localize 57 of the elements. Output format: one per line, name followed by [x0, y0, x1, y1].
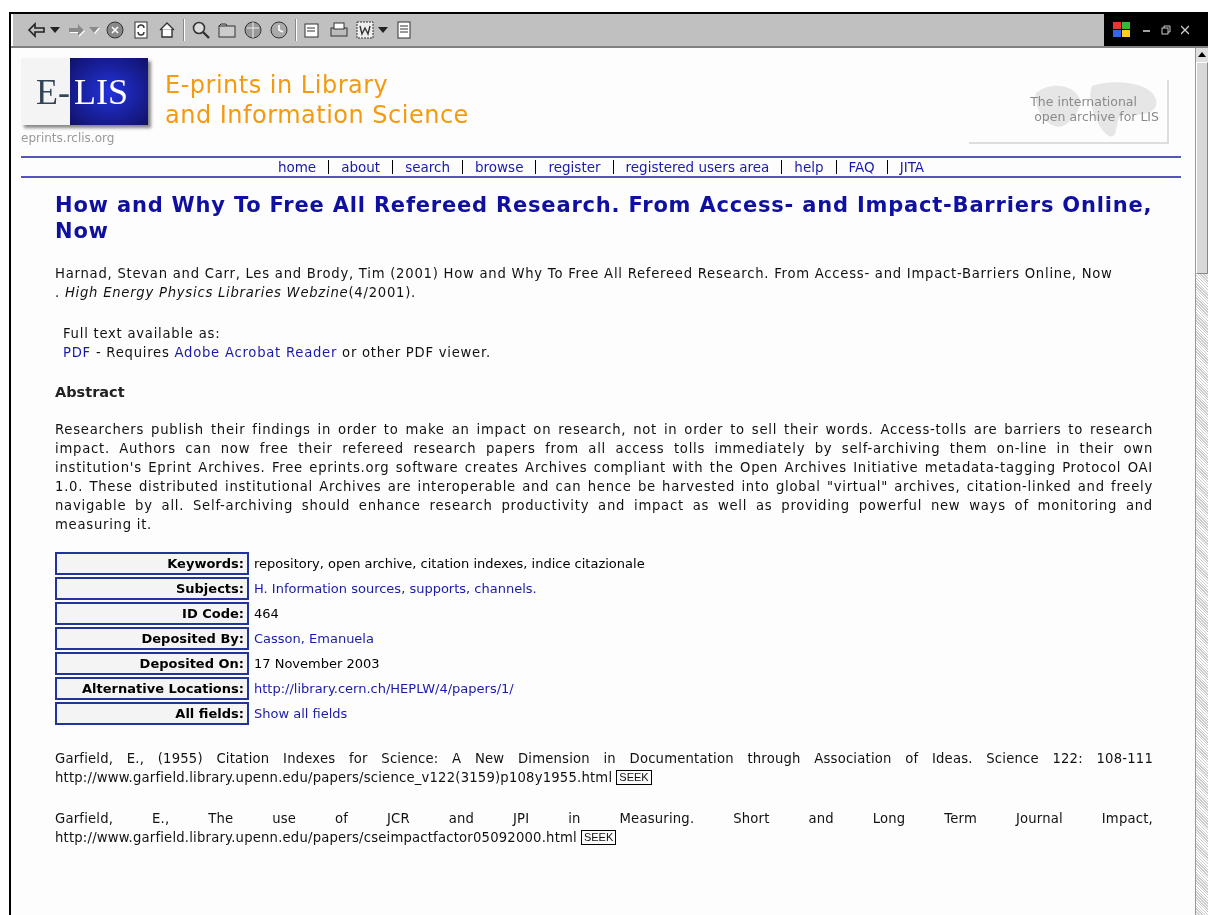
reference-url: http://www.garfield.library.upenn.edu/papers/cseimpactfactor05092000.html	[55, 829, 577, 847]
page-title: How and Why To Free All Refereed Research. From Access- and Impact-Barriers Online, Now	[55, 192, 1153, 244]
nav-link[interactable]: FAQ	[848, 159, 875, 175]
citation-source: . High Energy Physics Libraries Webzine(4/2001).	[55, 285, 417, 300]
nav-link[interactable]: browse	[475, 159, 524, 175]
requires-text: - Requires	[95, 345, 170, 360]
field-value: 17 November 2003	[254, 656, 380, 671]
field-value: 464	[254, 606, 279, 621]
reference-url: http://www.garfield.library.upenn.edu/papers/science_v122(3159)p108y1955.html	[55, 769, 613, 787]
abstract-heading: Abstract	[55, 384, 126, 400]
nav-link[interactable]: search	[405, 159, 450, 175]
nav-link[interactable]: about	[341, 159, 381, 175]
field-label: Keywords:	[55, 552, 249, 575]
folder-icon[interactable]	[217, 20, 237, 40]
refresh-icon[interactable]	[131, 20, 151, 40]
viewer-text: or other PDF viewer.	[342, 345, 491, 360]
home-icon[interactable]	[157, 20, 177, 40]
field-label: All fields:	[55, 702, 249, 725]
close-icon[interactable]	[1181, 25, 1189, 35]
seek-button[interactable]: SEEK	[580, 830, 617, 845]
field-label: Deposited On:	[55, 652, 249, 675]
nav-link[interactable]: home	[277, 159, 317, 175]
full-text-label: Full text available as:	[63, 325, 222, 343]
nav-link[interactable]: registered users area	[625, 159, 770, 175]
reference-text: Garfield, E., (1955) Citation Indexes for Science: A New Dimension in Documentation through Association of Ideas. Science 122: 108-111	[55, 750, 1153, 768]
field-label: Alternative Locations:	[55, 677, 249, 700]
reader-link[interactable]: Adobe Acrobat Reader	[174, 345, 338, 360]
field-link[interactable]: Casson, Emanuela	[254, 631, 374, 646]
nav-link[interactable]: register	[548, 159, 601, 175]
document-icon[interactable]	[355, 20, 375, 40]
pdf-link[interactable]: PDF	[63, 345, 91, 360]
nav-link[interactable]: help	[794, 159, 824, 175]
printer-icon[interactable]	[329, 20, 349, 40]
globe-icon[interactable]	[243, 20, 263, 40]
restore-icon[interactable]	[1161, 25, 1171, 35]
field-label: Deposited By:	[55, 627, 249, 650]
nav-link[interactable]: JITA	[899, 159, 925, 175]
citation-text: Harnad, Stevan and Carr, Les and Brody, Tim (2001) How and Why To Free All Refereed Research. From Access- and Impact-Barriers Online, Now . High Energy Physics Libraries Webzine(4/2001).	[55, 265, 1114, 302]
search-icon[interactable]	[191, 20, 211, 40]
clock-icon[interactable]	[269, 20, 289, 40]
field-value: repository, open archive, citation indexes, indice citazionale	[254, 556, 645, 571]
site-title: E-prints in Library and Information Science	[165, 70, 469, 130]
stop-icon[interactable]	[105, 20, 125, 40]
abstract-text: Researchers publish their findings in order to make an impact on research, not in order to sell their words. Access-tolls are barriers to research impact. Authors can now free their refereed research papers from all access tolls immediately by self-archiving them on-line in their own institution's Eprint Archives. Free eprints.org software creates Archives compliant with the Open Archives Initiative metadata-tagging Protocol OAI 1.0. These distributed institutional Archives are interoperable and can hence be harvested into global "virtual" archives, citation-linked and freely navigable by all. Self-archiving should enhance research productivity and impact as well as providing powerful new ways of monitoring and measuring it.	[55, 421, 1153, 534]
field-link[interactable]: H. Information sources, supports, channels.	[254, 581, 537, 596]
scrollbar-thumb[interactable]	[1196, 62, 1208, 274]
reference-text: Garfield, E., The use of JCR and JPI in Measuring. Short and Long Term Journal Impact,	[55, 810, 1153, 828]
field-link[interactable]: http://library.cern.ch/HEPLW/4/papers/1/	[254, 681, 514, 696]
site-url: eprints.rclis.org	[21, 131, 116, 145]
field-label: ID Code:	[55, 602, 249, 625]
page-icon[interactable]	[394, 20, 414, 40]
field-link[interactable]: Show all fields	[254, 706, 348, 721]
scrollbar[interactable]	[1195, 48, 1208, 915]
seek-button[interactable]: SEEK	[616, 770, 652, 785]
field-label: Subjects:	[55, 577, 249, 600]
back-arrow-icon[interactable]	[27, 20, 47, 40]
windows-logo-icon	[1112, 21, 1132, 39]
